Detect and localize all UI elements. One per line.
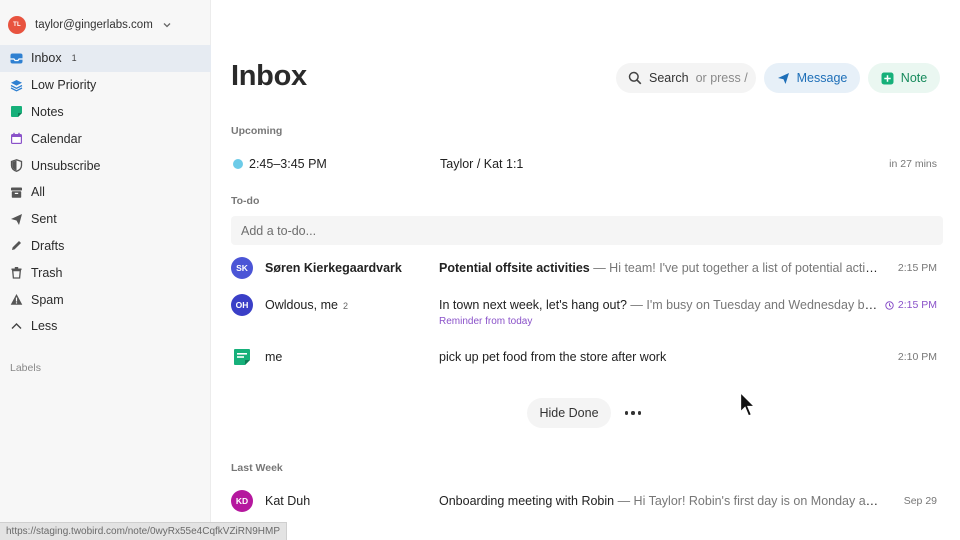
send-icon bbox=[10, 213, 23, 226]
sidebar-item-label: Less bbox=[31, 319, 58, 334]
thread-sender: Owldous, me 2 bbox=[265, 298, 348, 312]
mouse-pointer-icon bbox=[739, 391, 757, 417]
search-shortcut-hint: or press / bbox=[695, 71, 748, 85]
avatar: KD bbox=[231, 490, 253, 512]
sidebar-item-inbox[interactable]: Inbox 1 bbox=[0, 45, 211, 72]
add-note-icon bbox=[881, 72, 894, 84]
hide-done-button[interactable]: Hide Done bbox=[527, 398, 611, 428]
chevron-down-icon bbox=[163, 23, 171, 28]
account-switcher[interactable]: TL taylor@gingerlabs.com bbox=[8, 14, 172, 36]
avatar: SK bbox=[231, 257, 253, 279]
event-title: Taylor / Kat 1:1 bbox=[440, 157, 524, 171]
sidebar-item-label: Sent bbox=[31, 212, 57, 227]
note-icon bbox=[231, 346, 253, 368]
notes-icon bbox=[10, 105, 23, 118]
thread-sender: Søren Kierkegaardvark bbox=[265, 261, 402, 275]
thread-subject: Potential offsite activities bbox=[439, 261, 590, 275]
note-button-label: Note bbox=[900, 71, 928, 85]
thread-subject: Onboarding meeting with Robin bbox=[439, 494, 615, 508]
thread-time: 2:15 PM bbox=[897, 299, 937, 311]
clock-icon bbox=[885, 300, 894, 310]
new-message-button[interactable]: Message bbox=[764, 63, 860, 93]
search-label: Search bbox=[649, 71, 689, 85]
send-icon bbox=[777, 72, 789, 84]
event-color-dot bbox=[233, 159, 243, 169]
thread-row[interactable]: me pick up pet food from the store after… bbox=[231, 342, 943, 372]
thread-time-reminder: 2:15 PM bbox=[885, 299, 937, 311]
sidebar-item-spam[interactable]: Spam bbox=[0, 286, 211, 313]
sidebar-item-trash[interactable]: Trash bbox=[0, 259, 211, 286]
account-avatar: TL bbox=[8, 16, 26, 34]
sidebar-item-sent[interactable]: Sent bbox=[0, 206, 211, 233]
thread-row[interactable]: OH Owldous, me 2 In town next week, let's… bbox=[231, 290, 943, 327]
sidebar-item-unsubscribe[interactable]: Unsubscribe bbox=[0, 152, 211, 179]
sidebar-item-all[interactable]: All bbox=[0, 179, 211, 206]
thread-subject-line: Onboarding meeting with Robin — Hi Taylo… bbox=[439, 494, 879, 508]
sidebar-item-notes[interactable]: Notes bbox=[0, 99, 211, 126]
thread-subject: In town next week, let's hang out? bbox=[439, 298, 627, 312]
sidebar-item-label: Calendar bbox=[31, 131, 82, 146]
reminder-label: Reminder from today bbox=[439, 316, 533, 327]
sidebar-item-label: Inbox bbox=[31, 51, 62, 66]
section-heading-todo: To-do bbox=[231, 195, 260, 207]
shield-icon bbox=[10, 159, 23, 173]
message-button-label: Message bbox=[796, 71, 848, 85]
thread-subject-line: Potential offsite activities — Hi team! … bbox=[439, 261, 879, 275]
inbox-icon bbox=[10, 52, 23, 65]
thread-row[interactable]: KD Kat Duh Onboarding meeting with Robin… bbox=[231, 486, 943, 516]
trash-icon bbox=[10, 266, 23, 279]
thread-sender-name: Owldous, me bbox=[265, 298, 338, 312]
sidebar-item-calendar[interactable]: Calendar bbox=[0, 125, 211, 152]
sidebar-item-label: Notes bbox=[31, 104, 64, 119]
thread-subject-line: In town next week, let's hang out? — I'm… bbox=[439, 298, 879, 312]
sidebar-nav: Inbox 1 Low Priority Notes Calendar Unsu… bbox=[0, 45, 211, 340]
thread-subject: pick up pet food from the store after wo… bbox=[439, 350, 667, 364]
sidebar-item-label: Low Priority bbox=[31, 78, 97, 93]
warning-icon bbox=[10, 293, 23, 306]
thread-time: 2:10 PM bbox=[897, 351, 937, 363]
upcoming-event-row[interactable]: 2:45–3:45 PM Taylor / Kat 1:1 in 27 mins bbox=[231, 149, 943, 179]
search-icon bbox=[628, 71, 642, 85]
thread-preview: — Hi team! I've put together a list of p… bbox=[593, 261, 879, 275]
sidebar-item-label: All bbox=[31, 185, 45, 200]
event-relative-time: in 27 mins bbox=[889, 158, 937, 170]
thread-preview: — Hi Taylor! Robin's first day is on Mon… bbox=[617, 494, 879, 508]
thread-row[interactable]: SK Søren Kierkegaardvark Potential offsi… bbox=[231, 253, 943, 283]
chevron-up-icon bbox=[10, 320, 23, 333]
thread-time: 2:15 PM bbox=[897, 262, 937, 274]
sidebar-item-label: Drafts bbox=[31, 238, 65, 253]
avatar: OH bbox=[231, 294, 253, 316]
layers-icon bbox=[10, 79, 23, 92]
page-title: Inbox bbox=[231, 60, 307, 92]
calendar-icon bbox=[10, 132, 23, 145]
labels-heading: Labels bbox=[10, 362, 41, 374]
thread-sender: Kat Duh bbox=[265, 494, 311, 508]
sidebar-item-low-priority[interactable]: Low Priority bbox=[0, 72, 211, 99]
thread-subject-line: pick up pet food from the store after wo… bbox=[439, 350, 879, 364]
sidebar-item-drafts[interactable]: Drafts bbox=[0, 233, 211, 260]
new-note-button[interactable]: Note bbox=[868, 63, 940, 93]
search-button[interactable]: Search or press / bbox=[616, 63, 756, 93]
sidebar-item-less[interactable]: Less bbox=[0, 313, 211, 340]
more-options-icon[interactable] bbox=[621, 404, 645, 422]
thread-sender: me bbox=[265, 350, 283, 364]
sidebar: TL taylor@gingerlabs.com Inbox 1 Low Pri… bbox=[0, 0, 211, 540]
sidebar-item-label: Trash bbox=[31, 265, 63, 280]
event-time: 2:45–3:45 PM bbox=[249, 157, 327, 171]
main-content: Inbox Search or press / Message Note Upc… bbox=[211, 0, 960, 540]
sidebar-item-label: Spam bbox=[31, 292, 64, 307]
unread-count-badge: 1 bbox=[71, 53, 77, 64]
pencil-icon bbox=[10, 239, 23, 252]
section-heading-upcoming: Upcoming bbox=[231, 125, 283, 137]
thread-time: Sep 29 bbox=[903, 495, 937, 507]
thread-message-count: 2 bbox=[342, 301, 348, 311]
archive-icon bbox=[10, 186, 23, 199]
thread-preview: — I'm busy on Tuesday and Wednesday but … bbox=[630, 298, 879, 312]
section-heading-last-week: Last Week bbox=[231, 462, 283, 474]
sidebar-item-label: Unsubscribe bbox=[31, 158, 101, 173]
add-todo-input[interactable]: Add a to-do... bbox=[231, 216, 943, 245]
account-email: taylor@gingerlabs.com bbox=[35, 19, 153, 31]
